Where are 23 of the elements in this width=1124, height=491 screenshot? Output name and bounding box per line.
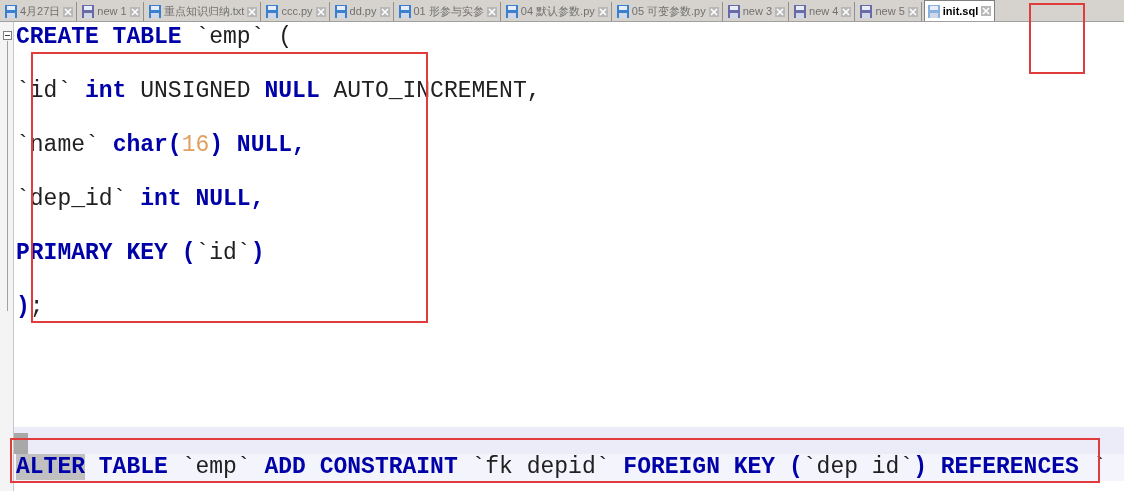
file-tab[interactable]: 4月27日 bbox=[2, 2, 78, 21]
close-icon[interactable] bbox=[247, 6, 258, 17]
close-icon[interactable] bbox=[486, 6, 497, 17]
close-icon[interactable] bbox=[775, 6, 786, 17]
close-icon[interactable] bbox=[597, 6, 608, 17]
close-icon[interactable] bbox=[708, 6, 719, 17]
file-tab[interactable]: new 4 bbox=[791, 2, 856, 21]
close-icon[interactable] bbox=[907, 6, 918, 17]
code-line: ); bbox=[15, 294, 44, 321]
file-tab[interactable]: init.sql bbox=[923, 0, 996, 21]
fold-marker-icon[interactable] bbox=[3, 31, 12, 40]
close-icon[interactable] bbox=[129, 6, 140, 17]
close-icon[interactable] bbox=[63, 6, 74, 17]
close-icon[interactable] bbox=[379, 6, 390, 17]
file-tab[interactable]: ccc.py bbox=[263, 2, 330, 21]
file-tab[interactable]: new 1 bbox=[79, 2, 144, 21]
code-line: CREATE TABLE `emp` ( bbox=[15, 24, 293, 51]
text-cursor bbox=[14, 433, 28, 454]
close-icon[interactable] bbox=[981, 6, 992, 16]
close-icon[interactable] bbox=[315, 6, 326, 17]
annotation-box bbox=[1029, 3, 1085, 74]
close-icon[interactable] bbox=[841, 6, 852, 17]
file-tab[interactable]: new 5 bbox=[857, 2, 922, 21]
